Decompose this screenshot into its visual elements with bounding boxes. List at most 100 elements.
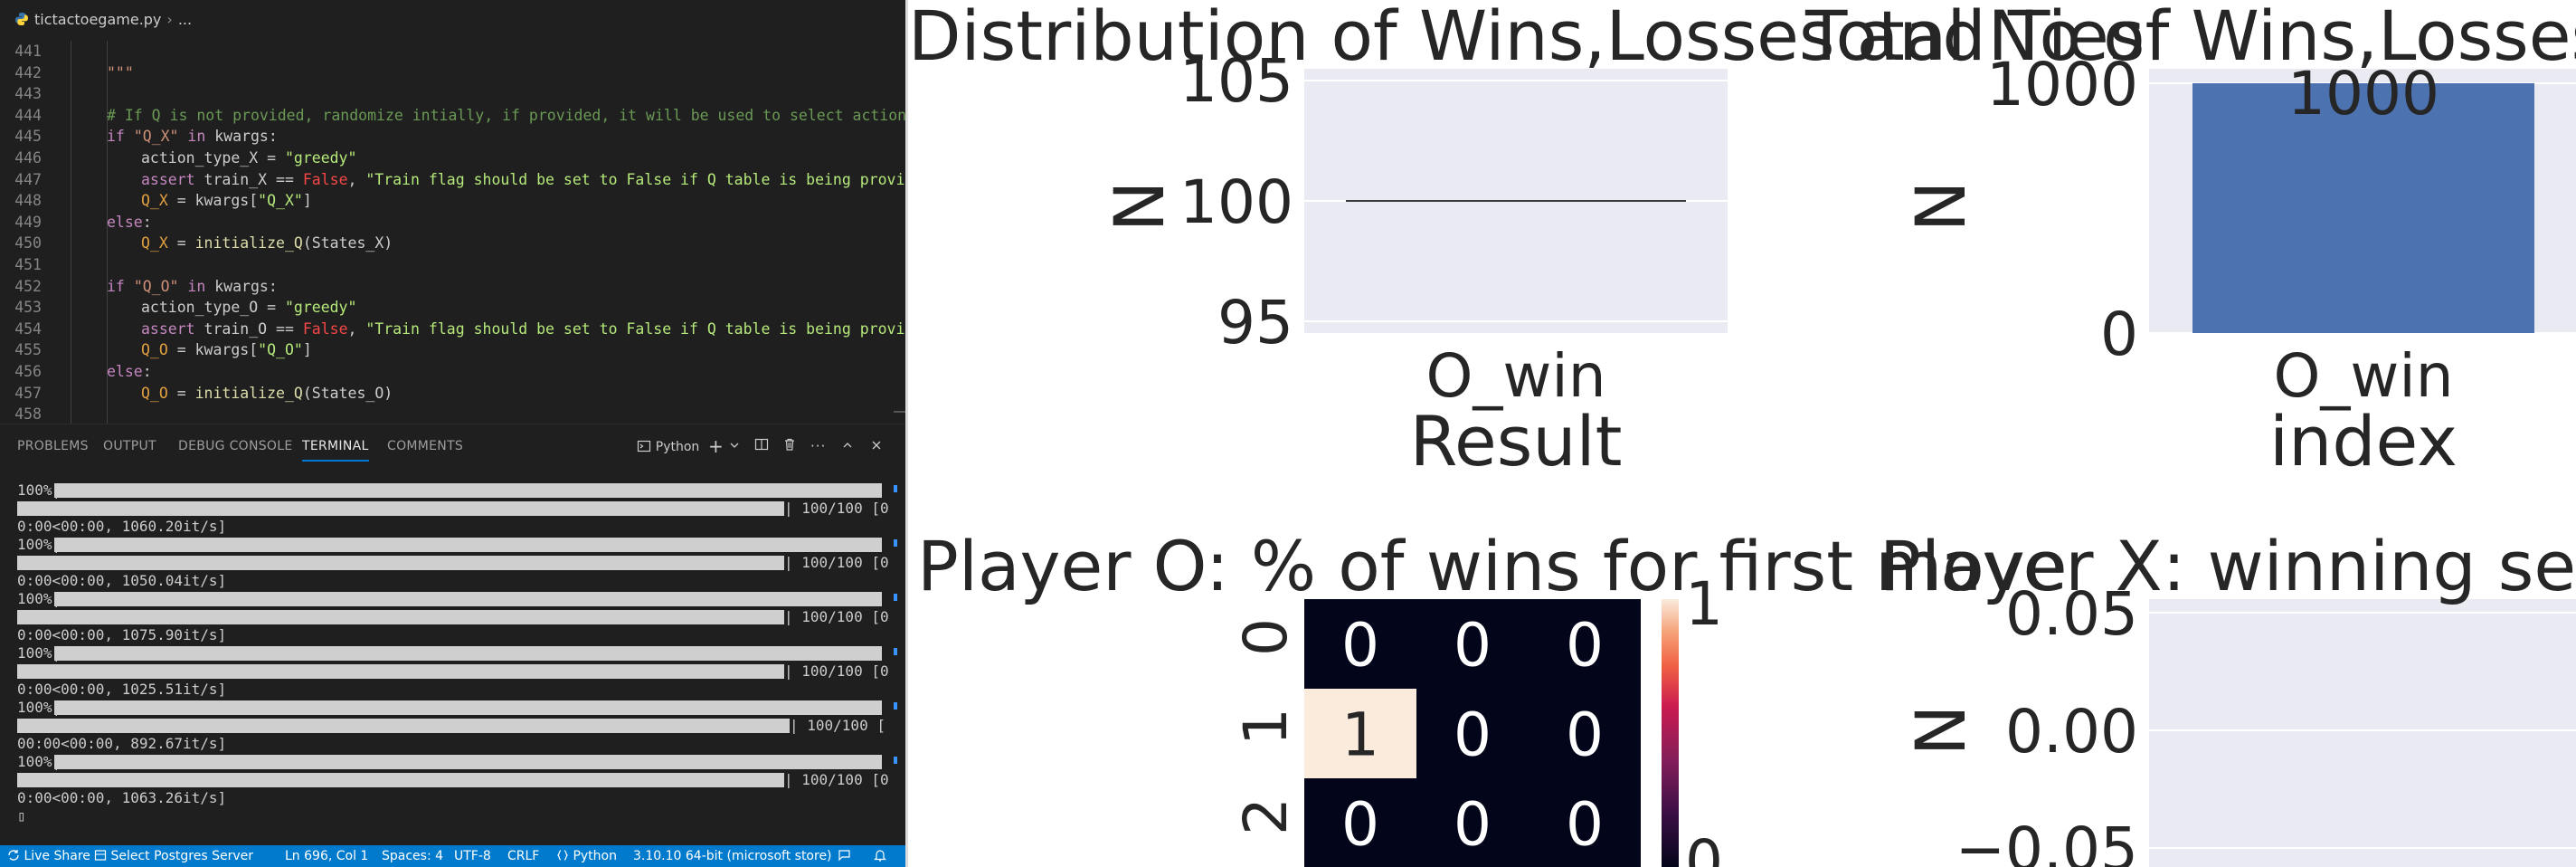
encoding-setting[interactable]: UTF-8 <box>454 845 491 867</box>
progress-bar <box>54 483 882 498</box>
trash-icon[interactable] <box>782 437 797 455</box>
code-text: Q_O = kwargs["Q_O"] <box>141 339 312 361</box>
terminal-cursor[interactable]: ▯ <box>17 807 26 825</box>
code-token: False <box>302 170 348 188</box>
code-line[interactable]: 445 if "Q_X" in kwargs: <box>0 126 905 148</box>
notifications-bell-icon[interactable] <box>874 845 886 867</box>
code-token: "Q_X" <box>258 192 303 210</box>
scroll-marker <box>894 648 897 655</box>
live-share-button[interactable]: Live Share <box>7 845 90 867</box>
code-token: = kwargs[ <box>167 192 259 210</box>
code-token: train_O == <box>204 319 303 338</box>
y-tick-label: 0.00 <box>2005 697 2138 767</box>
breadcrumb-file[interactable]: tictactoegame.py <box>34 11 161 28</box>
code-token: initialize_Q <box>194 234 303 252</box>
tab-comments[interactable]: COMMENTS <box>387 424 463 468</box>
subplot-title: Player X: winning sequences <box>1880 526 2576 606</box>
code-line[interactable]: 457 Q_O = initialize_Q(States_O) <box>0 382 905 405</box>
code-line[interactable]: 453 action_type_O = "greedy" <box>0 297 905 319</box>
split-terminal-icon[interactable] <box>754 437 769 455</box>
breadcrumb-more[interactable]: ... <box>178 11 192 28</box>
heatmap-cell-label: 0 <box>1454 700 1492 770</box>
code-text: else: <box>107 361 152 383</box>
code-token: in <box>178 128 215 146</box>
code-text: assert train_X == False, "Train flag sho… <box>141 169 905 191</box>
feedback-icon[interactable] <box>838 845 852 867</box>
row-tick-label: 2 <box>1231 797 1301 835</box>
code-line[interactable]: 452 if "Q_O" in kwargs: <box>0 275 905 298</box>
code-token: action_type_O = <box>141 299 285 317</box>
chevron-down-icon[interactable] <box>729 437 740 455</box>
code-line[interactable]: 458 <box>0 404 905 424</box>
code-token: : <box>142 363 152 380</box>
progress-timing: 0:00<00:00, 1050.04it/s] <box>17 572 227 589</box>
code-line[interactable]: 442 """ <box>0 62 905 84</box>
language-mode[interactable]: Python <box>556 845 617 867</box>
eol-setting[interactable]: CRLF <box>507 845 539 867</box>
code-line[interactable]: 441 <box>0 41 905 62</box>
code-token: "greedy" <box>284 149 357 167</box>
code-text: action_type_X = "greedy" <box>141 148 356 169</box>
heatmap-cell-label: 0 <box>1454 611 1492 681</box>
tab-output[interactable]: OUTPUT <box>103 424 156 468</box>
code-text: Q_O = initialize_Q(States_O) <box>141 383 393 405</box>
editor-scrollbar[interactable] <box>894 411 905 413</box>
breadcrumb[interactable]: tictactoegame.py ›... <box>0 0 905 40</box>
code-line[interactable]: 448 Q_X = kwargs["Q_X"] <box>0 190 905 212</box>
code-token: if <box>107 128 134 146</box>
code-token: initialize_Q <box>194 384 303 402</box>
maximize-panel-icon[interactable] <box>842 437 853 455</box>
x-axis-label: index <box>2269 401 2458 481</box>
line-number: 441 <box>14 43 42 60</box>
code-line[interactable]: 449 else: <box>0 211 905 233</box>
code-line[interactable]: 454 assert train_O == False, "Train flag … <box>0 318 905 340</box>
code-line[interactable]: 451 <box>0 254 905 276</box>
heatmap-cell-label: 0 <box>1341 611 1379 681</box>
code-line[interactable]: 450 Q_X = initialize_Q(States_X) <box>0 233 905 254</box>
cursor-position[interactable]: Ln 696, Col 1 <box>285 845 368 867</box>
scroll-marker <box>894 594 897 601</box>
code-line[interactable]: 443 <box>0 83 905 105</box>
line-number: 455 <box>14 341 42 359</box>
code-token: ] <box>302 341 312 359</box>
terminal-profile-label: Python <box>655 440 700 454</box>
code-token: kwargs: <box>214 277 278 295</box>
python-interpreter[interactable]: 3.10.10 64-bit (microsoft store) <box>633 845 832 867</box>
progress-bar <box>17 773 784 787</box>
terminal-output[interactable]: 100%| | 100/100 [0 0:00<00:00, 1060.20it/s… <box>0 467 905 845</box>
tab-debug-console[interactable]: DEBUG CONSOLE <box>178 424 293 468</box>
code-editor[interactable]: 441 442 """ 443 444 # If Q is not provided, r… <box>0 40 905 424</box>
matplotlib-figure: 105 100 95 N O_win Result Distribution o… <box>908 0 2576 867</box>
code-token: Q_X <box>141 234 168 252</box>
code-token: train_X == <box>204 170 303 188</box>
indentation-setting[interactable]: Spaces: 4 <box>382 845 443 867</box>
progress-bar <box>54 646 882 661</box>
tab-problems[interactable]: PROBLEMS <box>17 424 89 468</box>
indent-guide <box>107 190 108 212</box>
line-number: 448 <box>14 192 42 210</box>
code-text: assert train_O == False, "Train flag sho… <box>141 319 905 340</box>
close-panel-icon[interactable] <box>871 437 882 455</box>
new-terminal-button[interactable]: + <box>708 437 724 455</box>
code-line[interactable]: 444 # If Q is not provided, randomize int… <box>0 104 905 127</box>
code-text: if "Q_O" in kwargs: <box>107 276 278 298</box>
code-line[interactable]: 446 action_type_X = "greedy" <box>0 148 905 169</box>
code-line[interactable]: 447 assert train_X == False, "Train flag … <box>0 168 905 191</box>
progress-count: | 100/100 [0 <box>784 771 889 788</box>
postgres-server-label: Select Postgres Server <box>110 849 253 863</box>
scroll-marker <box>894 757 897 764</box>
terminal-profile-button[interactable]: Python <box>637 437 699 455</box>
postgres-server-button[interactable]: Select Postgres Server <box>94 845 253 867</box>
indent-guide <box>107 404 108 424</box>
y-axis-label: N <box>1900 705 1981 757</box>
code-line[interactable]: 455 Q_O = kwargs["Q_O"] <box>0 339 905 361</box>
indent-guide <box>107 148 108 169</box>
tab-terminal[interactable]: TERMINAL <box>302 431 369 462</box>
code-token: if <box>107 277 134 295</box>
code-line[interactable]: 456 else: <box>0 361 905 383</box>
progress-bar <box>54 755 882 769</box>
more-actions-button[interactable]: ··· <box>810 437 826 455</box>
vscode-window: tictactoegame.py ›... 441 442 """ 443 444 # If… <box>0 0 905 867</box>
line-number: 445 <box>14 128 42 146</box>
code-token: Q_O <box>141 384 168 402</box>
